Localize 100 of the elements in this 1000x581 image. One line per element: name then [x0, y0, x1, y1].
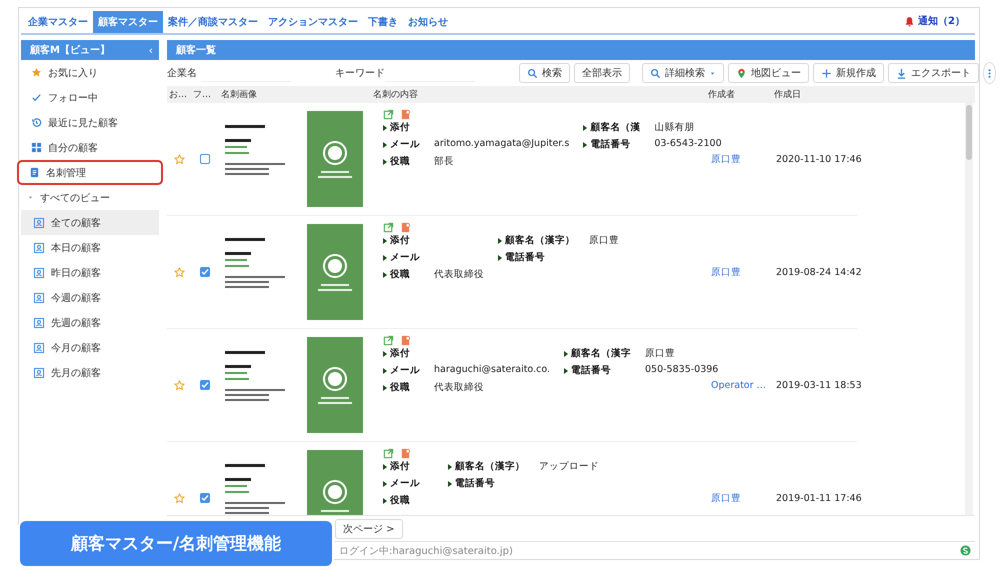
- field-label: 添付: [383, 121, 420, 134]
- document-search-icon: [400, 222, 411, 233]
- history-icon: [31, 117, 42, 128]
- sidebar-item[interactable]: 名刺管理: [17, 160, 163, 185]
- field-label: 電話番号: [498, 251, 575, 264]
- caret-icon: [709, 70, 716, 76]
- field-label: 顧客名（漢字）: [498, 234, 575, 247]
- star-outline-icon: [174, 380, 184, 390]
- toolbar-button[interactable]: 地図ビュー: [728, 63, 809, 83]
- sidebar-item[interactable]: 最近に見た顧客: [21, 110, 159, 135]
- row-checkbox[interactable]: [200, 380, 210, 390]
- field-label: メール: [383, 477, 420, 490]
- view-item[interactable]: 昨日の顧客: [21, 260, 159, 285]
- view-item[interactable]: 先月の顧客: [21, 360, 159, 385]
- check-icon: [31, 92, 42, 103]
- triangle-icon: [383, 272, 387, 278]
- creator-link[interactable]: 原口豊: [706, 152, 772, 166]
- toolbar-button[interactable]: 詳細検索: [642, 63, 724, 83]
- logo-icon: [960, 545, 971, 556]
- notification-link[interactable]: 通知（2）: [918, 14, 965, 28]
- sidebar-item[interactable]: お気に入り: [21, 60, 159, 85]
- sidebar-item[interactable]: 自分の顧客: [21, 135, 159, 160]
- field-value: 03-6543-2100: [654, 138, 722, 151]
- triangle-icon: [383, 464, 387, 470]
- triangle-icon: [383, 124, 387, 130]
- star-outline-icon: [174, 266, 184, 278]
- field-value: 代表取締役: [434, 381, 485, 394]
- nav-tab[interactable]: お知らせ: [403, 11, 453, 33]
- view-item[interactable]: 本日の顧客: [21, 235, 159, 260]
- toolbar-button[interactable]: 新規作成: [813, 63, 884, 83]
- document-search-icon: [400, 448, 411, 459]
- created-date: 2019-03-11 18:53: [775, 380, 862, 390]
- search-icon: [650, 68, 661, 78]
- download-icon: [896, 68, 907, 78]
- field-label: 顧客名（漢字）: [448, 460, 525, 473]
- view-section-header[interactable]: すべてのビュー: [21, 185, 159, 210]
- triangle-icon: [383, 498, 387, 504]
- field-value: アップロード: [539, 460, 599, 473]
- field-value: haraguchi@sateraito.co.: [434, 364, 550, 377]
- scrollbar[interactable]: [965, 103, 973, 515]
- triangle-icon: [383, 384, 387, 390]
- star-icon: [31, 67, 42, 78]
- triangle-icon: [383, 480, 387, 486]
- triangle-icon: [498, 254, 502, 260]
- nav-tab[interactable]: アクションマスター: [263, 11, 363, 33]
- bell-icon: [904, 16, 916, 26]
- grid-icon: [31, 142, 42, 153]
- caret-icon: [27, 194, 34, 201]
- view-item[interactable]: 全ての顧客: [21, 210, 159, 235]
- sidebar-item[interactable]: フォロー中: [21, 85, 159, 110]
- field-label: メール: [383, 364, 420, 377]
- field-label: 電話番号: [448, 477, 525, 490]
- field-label: 添付: [383, 234, 420, 247]
- triangle-icon: [383, 254, 387, 260]
- row-checkbox[interactable]: [200, 267, 210, 277]
- column-header: お…: [168, 89, 188, 101]
- map-pin-icon: [736, 68, 747, 78]
- created-date: 2019-08-24 14:42: [775, 266, 862, 278]
- contact-icon: [33, 266, 45, 278]
- nav-tab[interactable]: 企業マスター: [23, 11, 93, 33]
- creator-link[interactable]: Operator …: [706, 380, 772, 390]
- field-value: 原口豊: [645, 347, 676, 360]
- triangle-icon: [583, 124, 588, 130]
- triangle-icon: [383, 158, 387, 164]
- triangle-icon: [564, 350, 568, 356]
- view-item[interactable]: 今月の顧客: [21, 335, 159, 360]
- triangle-icon: [498, 238, 502, 244]
- column-header: 作成日: [773, 88, 802, 101]
- toolbar-button[interactable]: 検索: [519, 63, 570, 83]
- star-outline-icon: [174, 154, 184, 164]
- next-page-button[interactable]: 次ページ >: [335, 518, 403, 538]
- field-label: 役職: [383, 155, 420, 168]
- column-header: フ…: [192, 89, 212, 101]
- view-item[interactable]: 先週の顧客: [21, 310, 159, 335]
- view-item[interactable]: 今週の顧客: [21, 285, 159, 310]
- triangle-icon: [383, 142, 387, 148]
- nav-tab[interactable]: 下書き: [363, 11, 403, 33]
- more-button[interactable]: [983, 62, 996, 84]
- triangle-icon: [448, 480, 452, 486]
- field-value: 部長: [434, 155, 455, 168]
- row-checkbox[interactable]: [200, 493, 210, 503]
- toolbar-button[interactable]: エクスポート: [888, 63, 979, 83]
- field-label: 役職: [383, 494, 420, 507]
- creator-link[interactable]: 原口豊: [706, 266, 772, 278]
- created-date: 2020-11-10 17:46: [775, 154, 862, 164]
- nav-tab[interactable]: 案件／商談マスター: [163, 11, 263, 33]
- login-status: ログイン中:haraguchi@sateraito.jp): [339, 544, 513, 558]
- column-header: 名刺画像: [220, 88, 258, 101]
- contact-icon: [33, 242, 45, 254]
- field-value: 代表取締役: [434, 268, 484, 281]
- row-checkbox[interactable]: [200, 154, 210, 164]
- filter-label: 企業名: [167, 66, 197, 80]
- star-outline-icon: [174, 492, 184, 504]
- contact-icon: [33, 316, 45, 328]
- triangle-icon: [564, 368, 568, 374]
- plus-icon: [821, 68, 832, 78]
- triangle-icon: [383, 238, 387, 244]
- field-value: 050-5835-0396: [645, 364, 718, 377]
- toolbar-button[interactable]: 全部表示: [574, 63, 630, 83]
- creator-link[interactable]: 原口豊: [706, 492, 772, 504]
